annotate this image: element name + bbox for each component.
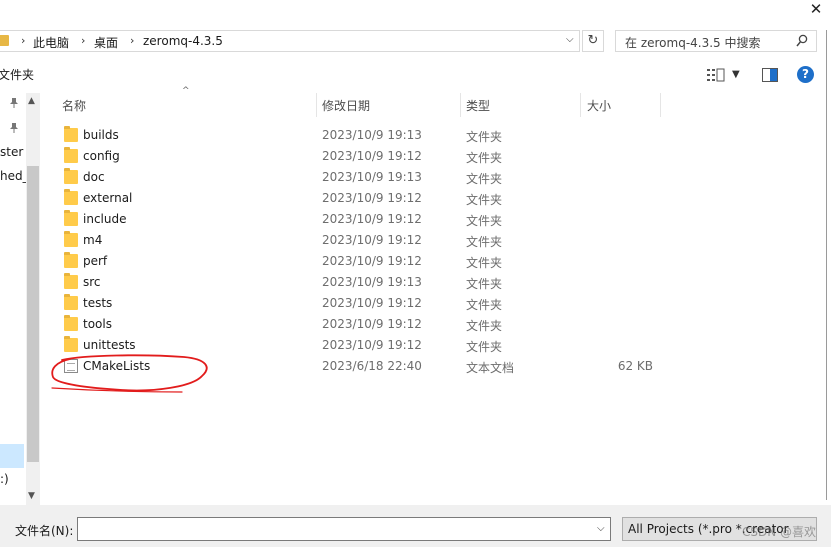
- folder-icon: [64, 252, 78, 268]
- breadcrumb-this-pc[interactable]: 此电脑: [33, 34, 69, 51]
- folder-icon: [64, 147, 78, 163]
- column-divider[interactable]: [660, 93, 661, 117]
- folder-icon: [64, 294, 78, 310]
- list-item[interactable]: tests 2023/10/9 19:12 文件夹: [52, 293, 662, 314]
- breadcrumb-separator[interactable]: ›: [21, 34, 25, 47]
- view-options-icon[interactable]: [707, 68, 725, 82]
- column-header-type[interactable]: 类型: [466, 97, 490, 114]
- nav-item[interactable]: hed_: [0, 169, 29, 183]
- list-item[interactable]: perf 2023/10/9 19:12 文件夹: [52, 251, 662, 272]
- folder-icon: [64, 126, 78, 142]
- file-name: builds: [83, 128, 119, 142]
- filename-label: 文件名(N):: [15, 524, 74, 538]
- list-item[interactable]: m4 2023/10/9 19:12 文件夹: [52, 230, 662, 251]
- file-name: tests: [83, 296, 113, 310]
- file-type: 文件夹: [466, 298, 503, 312]
- file-date: 2023/10/9 19:12: [322, 149, 422, 163]
- address-bar[interactable]: 此电脑 › › 桌面 › zeromq-4.3.5 ⌵: [0, 30, 580, 52]
- nav-scrollbar-thumb[interactable]: [27, 166, 39, 462]
- sort-ascending-icon: ^: [182, 86, 190, 96]
- red-circle-annotation: [51, 354, 208, 393]
- file-type: 文件夹: [466, 193, 503, 207]
- scroll-up-icon[interactable]: ▲: [28, 96, 35, 106]
- folder-icon: [64, 168, 78, 184]
- file-date: 2023/10/9 19:12: [322, 212, 422, 226]
- file-type: 文件夹: [466, 235, 503, 249]
- file-name: external: [83, 191, 133, 205]
- folder-icon: [64, 273, 78, 289]
- file-name: doc: [83, 170, 105, 184]
- breadcrumb-current-folder[interactable]: zeromq-4.3.5: [143, 34, 223, 48]
- file-date: 2023/10/9 19:12: [322, 317, 422, 331]
- file-date: 2023/10/9 19:12: [322, 254, 422, 268]
- list-item[interactable]: src 2023/10/9 19:13 文件夹: [52, 272, 662, 293]
- watermark: CSDN @喜欢: [742, 525, 817, 539]
- chevron-down-icon[interactable]: ▼: [732, 69, 740, 80]
- refresh-button[interactable]: ↻: [582, 30, 604, 52]
- list-item[interactable]: include 2023/10/9 19:12 文件夹: [52, 209, 662, 230]
- file-type: 文件夹: [466, 151, 503, 165]
- file-type: 文本文档: [466, 361, 515, 375]
- pin-icon: [10, 98, 18, 108]
- help-icon[interactable]: ?: [797, 66, 814, 83]
- file-name: include: [83, 212, 127, 226]
- search-icon[interactable]: [796, 34, 808, 48]
- file-date: 2023/10/9 19:12: [322, 233, 422, 247]
- breadcrumb-desktop[interactable]: 桌面: [94, 34, 118, 51]
- file-type: 文件夹: [466, 172, 503, 186]
- column-divider[interactable]: [316, 93, 317, 117]
- breadcrumb-separator[interactable]: ›: [130, 34, 134, 47]
- close-button[interactable]: ✕: [808, 0, 824, 18]
- file-date: 2023/10/9 19:12: [322, 191, 422, 205]
- file-type: 文件夹: [466, 277, 503, 291]
- column-header-name[interactable]: 名称: [62, 97, 86, 114]
- list-item[interactable]: config 2023/10/9 19:12 文件夹: [52, 146, 662, 167]
- search-box[interactable]: 在 zeromq-4.3.5 中搜索: [615, 30, 817, 52]
- file-date: 2023/10/9 19:13: [322, 128, 422, 142]
- column-divider[interactable]: [460, 93, 461, 117]
- file-name: tools: [83, 317, 112, 331]
- chevron-down-icon[interactable]: ⌵: [566, 34, 574, 45]
- file-date: 2023/10/9 19:12: [322, 338, 422, 352]
- window-edge: [826, 30, 827, 500]
- column-header-size[interactable]: 大小: [587, 97, 611, 114]
- list-item[interactable]: doc 2023/10/9 19:13 文件夹: [52, 167, 662, 188]
- scroll-down-icon[interactable]: ▼: [28, 491, 35, 501]
- file-date: 2023/10/9 19:13: [322, 170, 422, 184]
- file-type: 文件夹: [466, 340, 503, 354]
- file-date: 2023/10/9 19:12: [322, 296, 422, 310]
- file-type: 文件夹: [466, 319, 503, 333]
- breadcrumb-separator[interactable]: ›: [81, 34, 85, 47]
- preview-pane-icon[interactable]: [762, 68, 778, 82]
- nav-item[interactable]: ster: [0, 145, 23, 159]
- folder-icon: [64, 189, 78, 205]
- file-date: 2023/6/18 22:40: [322, 359, 422, 373]
- column-divider[interactable]: [580, 93, 581, 117]
- nav-item-selected[interactable]: [0, 444, 24, 468]
- folder-icon: [0, 35, 9, 46]
- file-type: 文件夹: [466, 130, 503, 144]
- list-item[interactable]: builds 2023/10/9 19:13 文件夹: [52, 125, 662, 146]
- file-size: 62 KB: [617, 359, 653, 373]
- folder-icon: [64, 210, 78, 226]
- filename-input[interactable]: [77, 517, 611, 541]
- file-name: config: [83, 149, 120, 163]
- file-name: perf: [83, 254, 108, 268]
- pin-icon: [10, 123, 18, 133]
- folder-icon: [64, 315, 78, 331]
- file-name: src: [83, 275, 101, 289]
- column-header-date[interactable]: 修改日期: [322, 97, 370, 114]
- list-item[interactable]: external 2023/10/9 19:12 文件夹: [52, 188, 662, 209]
- file-type: 文件夹: [466, 214, 503, 228]
- new-folder-button[interactable]: 文件夹: [0, 66, 34, 83]
- list-item[interactable]: tools 2023/10/9 19:12 文件夹: [52, 314, 662, 335]
- chevron-down-icon[interactable]: ⌵: [597, 523, 605, 534]
- file-name: m4: [83, 233, 103, 247]
- file-type: 文件夹: [466, 256, 503, 270]
- file-date: 2023/10/9 19:13: [322, 275, 422, 289]
- search-input[interactable]: 在 zeromq-4.3.5 中搜索: [625, 34, 761, 51]
- folder-icon: [64, 231, 78, 247]
- nav-item[interactable]: :): [0, 472, 9, 486]
